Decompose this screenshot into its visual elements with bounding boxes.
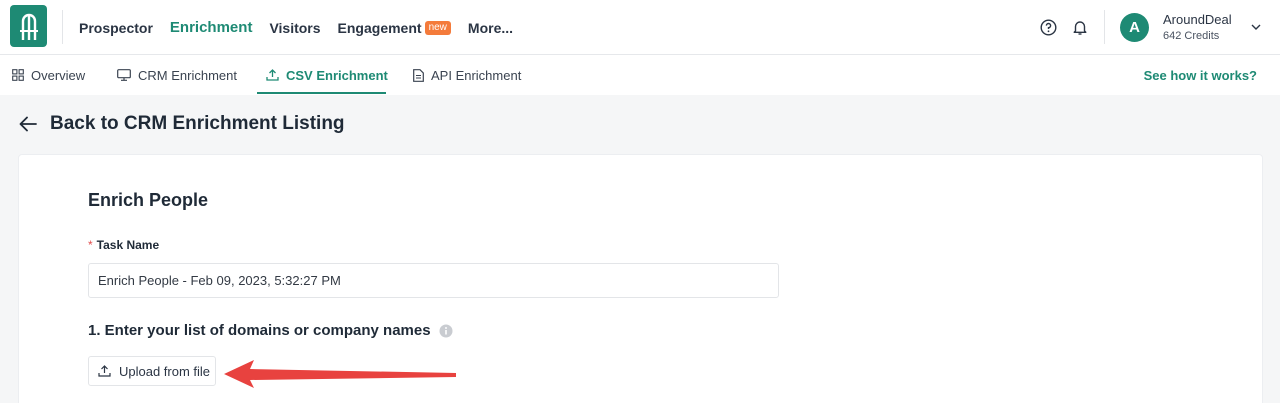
credits-count: 642 Credits [1163, 30, 1220, 42]
account-name[interactable]: AroundDeal [1163, 12, 1232, 27]
chevron-down-icon[interactable] [1250, 21, 1262, 33]
tab-label: API Enrichment [431, 67, 522, 83]
nav-more[interactable]: More... [468, 20, 513, 36]
required-mark: * [88, 238, 93, 252]
tab-overview[interactable]: Overview [12, 55, 85, 95]
nav-enrichment[interactable]: Enrichment [170, 19, 253, 36]
tab-csv-enrichment[interactable]: CSV Enrichment [266, 55, 388, 95]
task-name-field[interactable] [88, 263, 779, 298]
task-name-label: * Task Name [88, 238, 159, 252]
main-nav: Prospector Enrichment Visitors Engagemen… [79, 0, 530, 55]
page-title: Back to CRM Enrichment Listing [50, 113, 345, 134]
nav-visitors[interactable]: Visitors [269, 20, 320, 36]
upload-label: Upload from file [119, 363, 211, 379]
tab-label: CRM Enrichment [138, 67, 237, 83]
new-badge: new [424, 20, 451, 35]
logo-mark-icon [19, 13, 38, 40]
nav-label: Prospector [79, 19, 153, 36]
step-title: 1. Enter your list of domains or company… [88, 322, 453, 339]
top-navigation-bar: Prospector Enrichment Visitors Engagemen… [0, 0, 1280, 55]
tab-api-enrichment[interactable]: API Enrichment [413, 55, 521, 95]
arrow-left-icon [19, 116, 37, 132]
arounddeal-logo[interactable] [10, 5, 47, 47]
help-icon[interactable] [1039, 18, 1057, 36]
bell-icon[interactable] [1071, 18, 1089, 36]
nav-prospector[interactable]: Prospector [79, 20, 153, 36]
step-title-text: 1. Enter your list of domains or company… [88, 322, 431, 339]
annotation-arrow-icon [224, 360, 456, 388]
avatar[interactable]: A [1120, 13, 1149, 42]
section-title: Enrich People [88, 190, 209, 210]
nav-label: Enrichment [169, 19, 253, 36]
upload-icon [98, 365, 111, 377]
active-tab-indicator [257, 92, 386, 94]
nav-engagement[interactable]: Engagement new [338, 20, 451, 36]
nav-label: More... [467, 19, 514, 36]
info-icon[interactable] [439, 324, 453, 338]
upload-icon [266, 69, 279, 81]
monitor-icon [117, 69, 131, 81]
document-icon [413, 68, 424, 82]
see-how-it-works-link[interactable]: See how it works? [1144, 68, 1257, 83]
divider [62, 10, 63, 44]
tab-label: Overview [31, 67, 86, 83]
nav-label: Engagement [337, 19, 422, 36]
divider [1104, 10, 1105, 44]
label-text: Task Name [96, 238, 160, 252]
grid-icon [12, 69, 24, 81]
back-link[interactable]: Back to CRM Enrichment Listing [18, 113, 345, 135]
tab-crm-enrichment[interactable]: CRM Enrichment [117, 55, 237, 95]
nav-label: Visitors [269, 19, 321, 36]
tab-label: CSV Enrichment [286, 67, 388, 83]
upload-from-file-button[interactable]: Upload from file [88, 356, 216, 386]
enrichment-tabs: Overview CRM Enrichment CSV Enrichment A… [0, 55, 1280, 95]
